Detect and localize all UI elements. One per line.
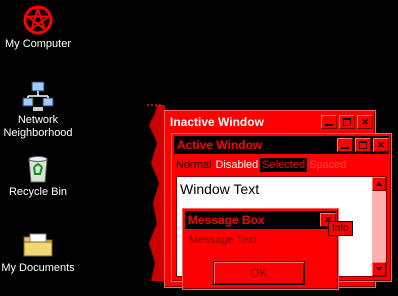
desktop-icon-label: Recycle Bin xyxy=(8,186,68,198)
close-button[interactable]: ✕ xyxy=(373,138,389,152)
desktop-icon-label: My Computer xyxy=(4,38,72,50)
desktop-icon-my-computer[interactable]: My Computer xyxy=(0,4,76,51)
recycle-bin-icon xyxy=(28,156,48,183)
desktop-icon-my-documents[interactable]: My Documents xyxy=(0,228,76,275)
menu-item-spaced[interactable]: Spaced xyxy=(307,158,348,172)
message-box-title: Message Box xyxy=(188,213,265,227)
minimize-button[interactable] xyxy=(337,138,353,152)
window-text: Window Text xyxy=(180,181,260,197)
window-title: Active Window xyxy=(177,138,263,152)
scroll-up-button[interactable] xyxy=(372,177,386,191)
menu-item-normal[interactable]: Normal xyxy=(174,158,213,172)
ok-button[interactable]: OK xyxy=(213,261,305,285)
close-tooltip: Info xyxy=(328,221,353,236)
desktop-icon-label: Network Neighborhood xyxy=(3,114,73,139)
vertical-scrollbar[interactable] xyxy=(372,177,386,276)
window-title: Inactive Window xyxy=(170,115,264,129)
desktop-icon-label: My Documents xyxy=(1,262,75,274)
pentagram-icon xyxy=(23,5,53,35)
folder-icon xyxy=(23,233,53,257)
desktop: { "desktop": { "background": "#000000", … xyxy=(0,0,398,296)
desktop-icon-recycle-bin[interactable]: Recycle Bin xyxy=(0,152,76,199)
maximize-button[interactable] xyxy=(339,115,355,129)
message-box-titlebar[interactable]: Message Box ✕ xyxy=(185,211,336,229)
scroll-down-button[interactable] xyxy=(372,262,386,276)
menu-item-selected[interactable]: Selected xyxy=(260,157,308,172)
active-window-titlebar[interactable]: Active Window ✕ xyxy=(174,136,389,154)
desktop-icon-network-neighborhood[interactable]: Network Neighborhood xyxy=(0,80,76,140)
menu-bar: Normal Disabled Selected Spaced xyxy=(174,156,389,173)
maximize-button[interactable] xyxy=(355,138,371,152)
menu-item-disabled: Disabled xyxy=(215,158,259,171)
network-icon xyxy=(22,81,54,111)
minimize-button[interactable] xyxy=(321,115,337,129)
inactive-window-titlebar[interactable]: Inactive Window ✕ xyxy=(167,113,373,131)
message-text: Message Text xyxy=(189,234,257,246)
close-button[interactable]: ✕ xyxy=(357,115,373,129)
message-box[interactable]: Message Box ✕ Message Text OK xyxy=(182,208,339,290)
